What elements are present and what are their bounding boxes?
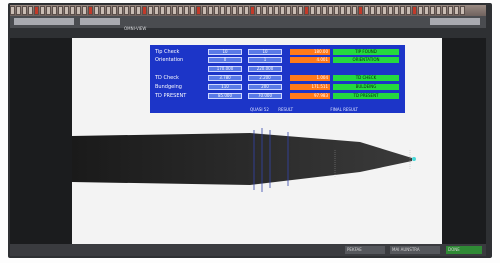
value-field[interactable]: 220.000 — [248, 66, 282, 72]
status-cell: TD CHECK — [333, 75, 399, 81]
status-cell: BULDEING — [333, 84, 399, 90]
status-bar: PEKFAE MAI AUNSTRA DONE — [10, 244, 486, 256]
probe-needle — [72, 133, 412, 185]
result-cell: 97.983 — [290, 93, 330, 99]
probe-tip-marker — [412, 157, 416, 161]
measurement-panel: QUASI 52 RESULT FINAL RESULT Tip Check 10… — [150, 45, 405, 113]
footer-right-label: FINAL RESULT — [330, 107, 358, 112]
value-field[interactable]: 200 — [248, 84, 282, 90]
status-cell: ORIENTATION — [333, 57, 399, 63]
result-cell: 180.00 — [290, 49, 330, 55]
value-field[interactable]: 70.000 — [248, 93, 282, 99]
screenshot-frame: OMNI-VIEW QUASI 52 RESULT FINAL RESULT T… — [0, 0, 500, 263]
value-field[interactable]: 3.780 — [208, 75, 242, 81]
value-field[interactable]: 170.000 — [208, 66, 242, 72]
value-field[interactable]: 10 — [208, 49, 242, 55]
value-field[interactable]: 0 — [208, 57, 242, 63]
result-cell: 4.001 — [290, 57, 330, 63]
status-cell: TD PRESENT — [333, 93, 399, 99]
status-cell: PEKFAE — [345, 246, 385, 254]
row-label: TD PRESENT — [155, 93, 187, 99]
result-cell: 171.511 — [290, 84, 330, 90]
value-field[interactable]: 110 — [208, 84, 242, 90]
status-cell: TIP FOUND — [333, 49, 399, 55]
panel-footer: QUASI 52 RESULT FINAL RESULT — [250, 107, 400, 113]
value-field[interactable]: 1 — [248, 57, 282, 63]
value-field[interactable]: 10 — [248, 49, 282, 55]
row-label: Tip Check — [155, 49, 180, 55]
probe-image — [72, 128, 416, 192]
status-cell-done: DONE — [446, 246, 482, 254]
result-cell: 1.004 — [290, 75, 330, 81]
footer-mid-label: RESULT — [278, 107, 294, 112]
status-cell: MAI AUNSTRA — [390, 246, 440, 254]
row-label: Bundgeing — [155, 84, 182, 90]
value-field[interactable]: 2.200 — [248, 75, 282, 81]
value-field[interactable]: 85.000 — [208, 93, 242, 99]
row-label: TD Check — [155, 75, 179, 81]
row-label: Orientation — [155, 57, 184, 63]
footer-left-label: QUASI 52 — [250, 107, 269, 112]
